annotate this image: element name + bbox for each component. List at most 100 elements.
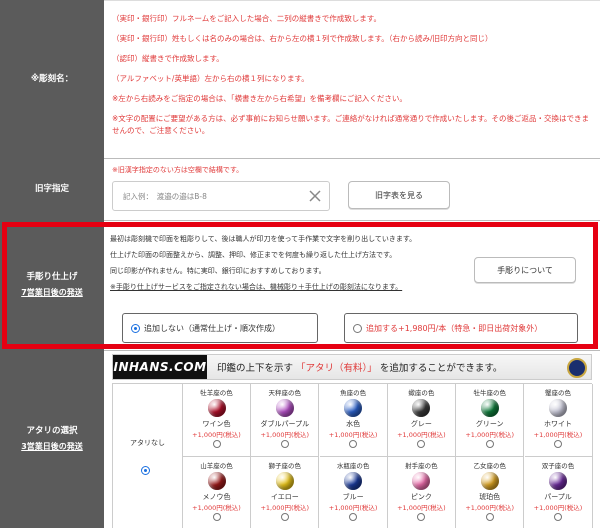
stone-sign: 蟹座の色 — [545, 389, 571, 397]
banner-highlight: 「アタリ（有料）」 — [296, 363, 377, 374]
option-add-handcarve[interactable]: 追加する+1,980円/本（特急・即日出荷対象外） — [344, 313, 578, 343]
clear-icon[interactable] — [307, 188, 323, 204]
stone-radio[interactable] — [485, 440, 494, 448]
stone-sign: 蠍座の色 — [408, 389, 435, 397]
stone-sign: 山羊座の色 — [200, 462, 233, 470]
stone-sign: 乙女座の色 — [473, 462, 506, 470]
stone-color-name: グレー — [410, 420, 432, 428]
engrave-row: ※彫刻名： （実印・銀行印）フルネームをご記入した場合、二列の縦書きで作成致しま… — [0, 0, 600, 158]
handcarve-label: 手彫り仕上げ — [26, 272, 78, 283]
atari-content: INHANS.COM 印鑑の上下を示す 「アタリ（有料）」 を追加することができ… — [104, 350, 600, 528]
atari-stone-option[interactable]: 牡羊座の色ワイン色 +1,000円(税込) — [183, 384, 251, 457]
gem-icon — [480, 399, 499, 417]
gem-icon — [275, 399, 294, 417]
atari-none-label: アタリなし — [130, 439, 165, 447]
stone-price: +1,000円(税込) — [465, 504, 514, 512]
stone-price: +1,000円(税込) — [192, 431, 241, 439]
seal-icon — [567, 358, 587, 378]
stone-price: +1,000円(税込) — [533, 431, 583, 439]
gem-icon — [549, 399, 567, 417]
atari-stone-option[interactable]: 乙女座の色琥珀色 +1,000円(税込) — [456, 457, 525, 528]
stone-color-name: ダブルパープル — [260, 420, 310, 428]
handcarve-about-button[interactable]: 手彫りについて — [474, 257, 576, 283]
gem-icon — [480, 472, 499, 490]
stone-radio[interactable] — [417, 440, 426, 448]
stone-radio[interactable] — [349, 513, 358, 521]
stone-color-name: ワイン色 — [202, 420, 231, 428]
atari-label-cell: アタリの選択 3営業日後の発送 — [0, 350, 104, 528]
gem-icon — [275, 472, 294, 490]
stone-sign: 射手座の色 — [405, 462, 438, 470]
kyuji-label-cell: 旧字指定 — [0, 158, 104, 220]
stone-sign: 双子座の色 — [541, 462, 575, 470]
stone-color-name: イエロー — [270, 493, 299, 501]
atari-stone-option[interactable]: 射手座の色 ピンク +1,000円(税込) — [388, 457, 456, 528]
gem-icon — [344, 472, 363, 490]
stone-color-name: 水色 — [346, 420, 361, 428]
stone-sign: 牡牛座の色 — [473, 389, 506, 397]
stone-radio[interactable] — [212, 440, 221, 448]
atari-stone-option[interactable]: 山羊座の色 メノウ色 +1,000円(税込) — [183, 457, 251, 528]
atari-stone-option[interactable]: 蟹座の色 ホワイト +1,000円(税込) — [524, 384, 593, 457]
stone-sign: 水瓶座の色 — [336, 462, 370, 470]
stone-color-name: パープル — [544, 493, 572, 501]
stone-radio[interactable] — [485, 513, 494, 521]
radio-unselected[interactable] — [353, 323, 362, 333]
gem-icon — [207, 472, 226, 490]
stone-color-name: メノウ色 — [202, 493, 231, 501]
stone-price: +1,000円(税込) — [465, 431, 514, 439]
stone-sign: 天秤座の色 — [268, 389, 302, 397]
engrave-label: ※彫刻名： — [30, 73, 74, 84]
stone-color-name: ピンク — [410, 493, 432, 501]
stone-radio[interactable] — [280, 513, 289, 521]
handcarve-content: 最初は彫刻機で印面を粗彫りして、後は職人が印刀を使って手作業で文字を削り出してい… — [104, 220, 600, 350]
gem-icon — [344, 399, 363, 417]
gem-icon — [207, 399, 226, 417]
radio-selected[interactable] — [131, 323, 140, 333]
stone-sign: 獅子座の色 — [268, 462, 302, 470]
atari-stone-option[interactable]: 水瓶座の色 ブルー +1,000円(税込) — [320, 457, 388, 528]
stone-radio[interactable] — [349, 440, 358, 448]
kyuji-note: ※旧漢字指定のない方は空欄で結構です。 — [112, 166, 244, 174]
engrave-note-5: ※左から右読みをご指定の場合は、「横書き左から右希望」を備考欄にご記入ください。 — [112, 94, 407, 103]
gem-icon — [549, 472, 567, 490]
handcarve-row: 手彫り仕上げ 7営業日後の発送 最初は彫刻機で印面を粗彫りして、後は職人が印刀を… — [0, 220, 600, 350]
atari-stone-option[interactable]: 獅子座の色イエロー +1,000円(税込) — [251, 457, 320, 528]
stone-price: +1,000円(税込) — [533, 504, 583, 512]
engrave-note-4: （アルファベット/英単語）左から右の横１列になります。 — [112, 74, 309, 83]
stone-color-name: グリーン — [475, 420, 504, 428]
stone-radio[interactable] — [280, 440, 289, 448]
atari-none-cell[interactable]: アタリなし — [113, 384, 183, 528]
atari-stone-option[interactable]: 魚座の色 水色 +1,000円(税込) — [319, 384, 388, 457]
atari-stone-option[interactable]: 天秤座の色 ダブルパープル +1,000円(税込) — [251, 384, 320, 457]
engrave-note-2: （実印・銀行印）姓もしくは名のみの場合は、右から左の横１列で作成致します。（右か… — [112, 34, 493, 43]
banner-pre: 印鑑の上下を示す — [217, 363, 294, 374]
stone-sign: 魚座の色 — [340, 389, 367, 397]
stone-radio[interactable] — [417, 513, 426, 521]
atari-none-radio[interactable] — [141, 466, 150, 475]
stone-color-name: 琥珀色 — [479, 493, 501, 501]
stone-sign: 牡羊座の色 — [200, 389, 233, 397]
handcarve-shipping: 7営業日後の発送 — [21, 288, 83, 298]
option-add-handcarve-label: 追加する+1,980円/本（特急・即日出荷対象外） — [366, 323, 543, 333]
atari-stone-option[interactable]: 蠍座の色 グレー +1,000円(税込) — [387, 384, 456, 457]
atari-label: アタリの選択 — [26, 426, 78, 437]
banner-post: を追加することができます。 — [379, 363, 503, 374]
stone-radio[interactable] — [554, 440, 562, 448]
stone-price: +1,000円(税込) — [328, 504, 378, 512]
stone-price: +1,000円(税込) — [260, 504, 310, 512]
kyuji-input[interactable]: 記入例： 渡邉の邉はB-8 — [112, 181, 330, 211]
atari-stone-option[interactable]: 双子座の色パープル +1,000円(税込) — [525, 457, 593, 528]
engrave-notes: （実印・銀行印）フルネームをご記入した場合、二列の縦書きで作成致します。 （実印… — [104, 0, 600, 158]
atari-stone-option[interactable]: 牡牛座の色グリーン +1,000円(税込) — [456, 384, 525, 457]
gem-icon — [412, 472, 431, 490]
option-no-handcarve[interactable]: 追加しない（通常仕上げ・順次作成） — [122, 313, 318, 343]
kyuji-row: 旧字指定 ※旧漢字指定のない方は空欄で結構です。 記入例： 渡邉の邉はB-8 旧… — [0, 158, 600, 220]
atari-banner-text: 印鑑の上下を示す 「アタリ（有料）」 を追加することができます。 — [217, 360, 502, 374]
kyuji-label: 旧字指定 — [34, 183, 69, 194]
option-no-handcarve-label: 追加しない（通常仕上げ・順次作成） — [144, 323, 280, 333]
handcarve-label-cell: 手彫り仕上げ 7営業日後の発送 — [0, 220, 104, 350]
stone-radio[interactable] — [212, 513, 221, 521]
kyuji-table-button[interactable]: 旧字表を見る — [348, 181, 450, 209]
stone-radio[interactable] — [554, 513, 562, 521]
